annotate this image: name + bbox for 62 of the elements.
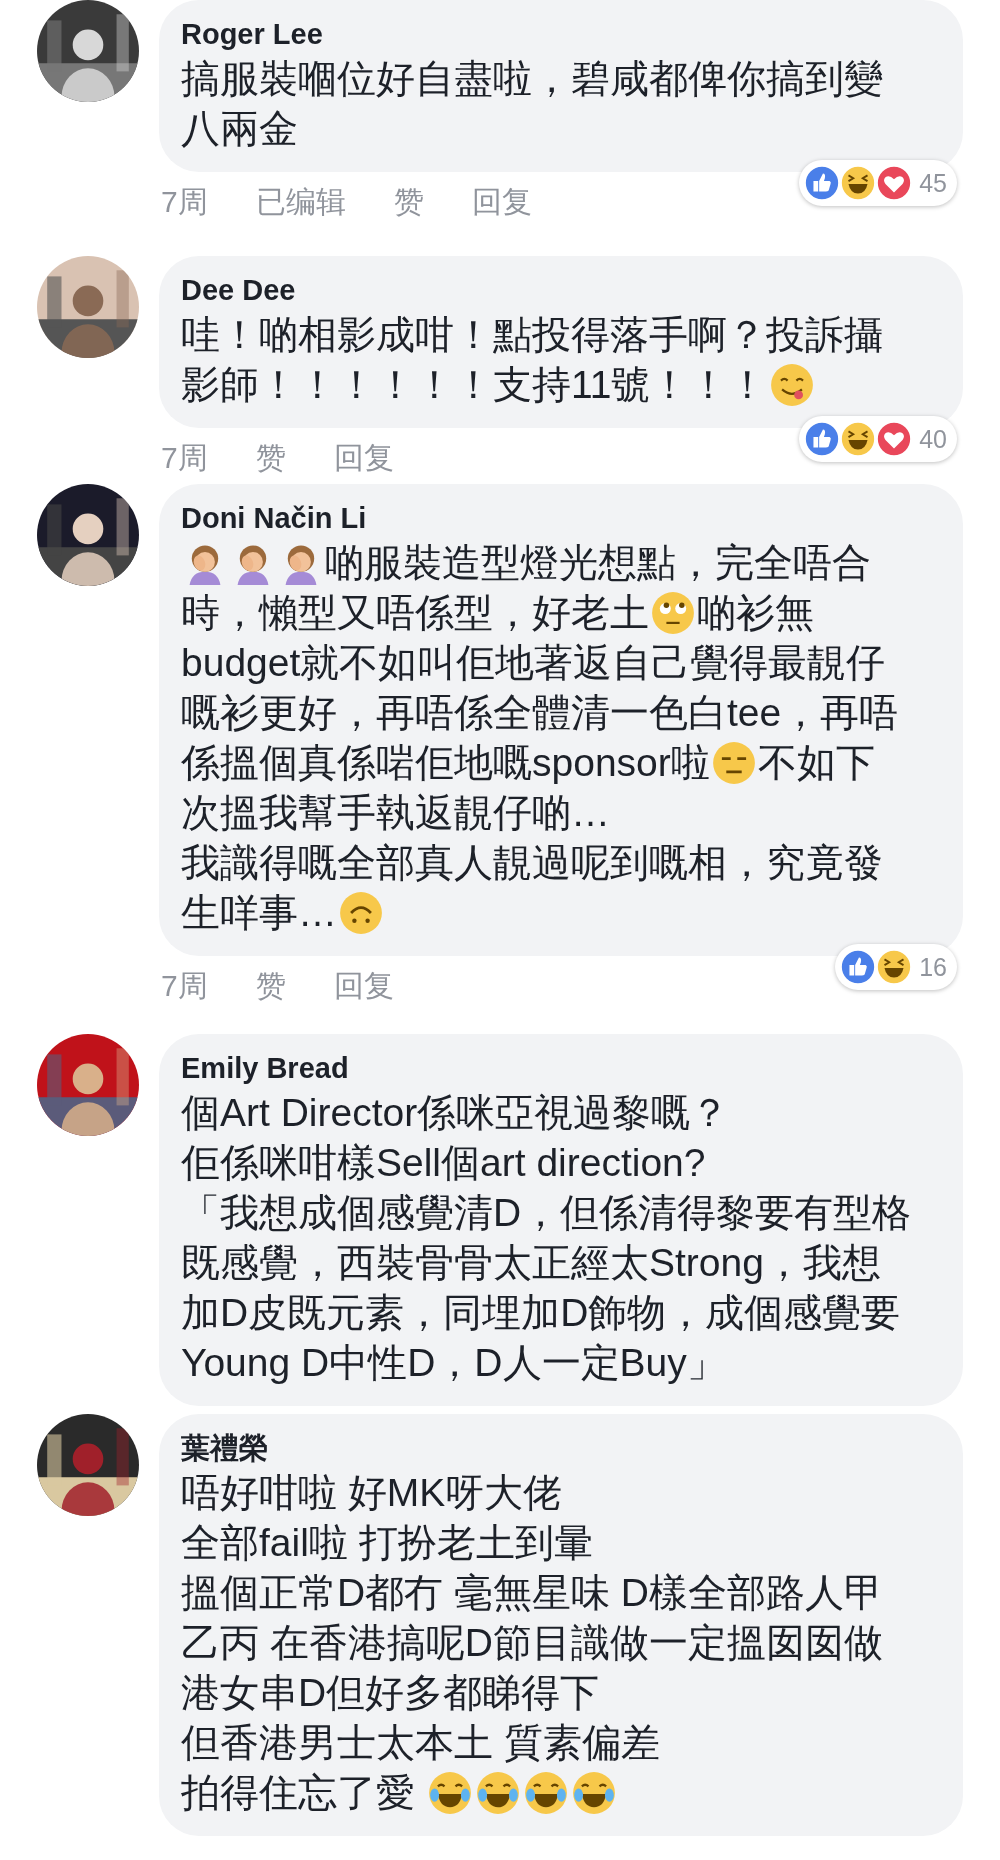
comment-text: 哇！啲相影成咁！點投得落手啊？投訴攝 (181, 312, 883, 358)
comment-text: 搞服裝嗰位好自盡啦，碧咸都俾你搞到變 (181, 56, 883, 102)
laughing-face-icon (875, 948, 914, 986)
reaction-count: 45 (919, 168, 947, 198)
thumbs-up-icon (803, 164, 842, 202)
comment-action[interactable]: 赞 (255, 968, 286, 1012)
comment-text: 全部fail啦 打扮老土到暈 (181, 1520, 593, 1566)
comment-text: 影師！！！！！！支持11號！！！ (181, 362, 768, 408)
commenter-name[interactable]: Doni Način Li (181, 498, 367, 538)
comment-text: 港女串D但好多都睇得下 (181, 1670, 600, 1716)
comment-text: 加D皮既元素，同埋加D飾物，成個感覺要 (181, 1290, 901, 1336)
comment-text: 生咩事… (181, 890, 337, 936)
comment-text: 拍得住忘了愛 (181, 1770, 416, 1816)
comment-text: 「我想成個感覺清D，但係清得黎要有型格 (181, 1190, 912, 1236)
unamused-face-icon (711, 741, 756, 785)
comment-action[interactable]: 回复 (333, 968, 394, 1012)
comment-time: 7周 (161, 184, 208, 220)
comment-text: 嘅衫更好，再唔係全體清一色白tee，再唔 (181, 690, 899, 736)
thumbs-up-icon (839, 948, 878, 986)
comment-text: 啲衫無 (697, 590, 814, 636)
comment-text: 唔好咁啦 好MK呀大佬 (181, 1470, 563, 1516)
commenter-name[interactable]: Emily Bread (181, 1048, 349, 1088)
comment-text: 啲服裝造型燈光想點，完全唔合 (325, 540, 871, 586)
comment-text: 八兩金 (181, 106, 298, 152)
commenter-name[interactable]: 葉禮榮 (181, 1428, 268, 1468)
comment-time: 7周 (161, 440, 208, 476)
tongue-face-icon (769, 363, 814, 407)
eye-roll-face-icon (651, 591, 695, 635)
reaction-count: 40 (919, 424, 947, 454)
comment-text: 不如下 (757, 740, 875, 786)
comment-text: 搵個正常D都冇 毫無星味 D樣全部路人甲 (181, 1570, 883, 1616)
comment-text: 次搵我幫手執返靚仔啲… (181, 790, 610, 836)
upside-down-face-icon (339, 891, 383, 935)
laughing-face-icon (839, 420, 878, 458)
reaction-summary[interactable]: 16 (835, 944, 957, 990)
reaction-summary[interactable]: 45 (799, 160, 957, 206)
tears-of-joy-face-icon (427, 1771, 472, 1815)
comment-action[interactable]: 已编辑 (255, 184, 346, 228)
comment-time: 7周 (161, 968, 208, 1004)
commenter-name[interactable]: Roger Lee (181, 14, 323, 54)
comment-action[interactable]: 赞 (255, 440, 286, 484)
comment-action[interactable]: 回复 (333, 440, 394, 484)
comment-text: budget就不如叫佢地著返自己覺得最靚仔 (181, 640, 886, 686)
comment-text: Young D中性D，D人一定Buy」 (181, 1340, 726, 1386)
comment-text: 乙丙 在香港搞呢D節目識做一定搵囡囡做 (181, 1620, 883, 1666)
comment-text: 個Art Director係咪亞視過黎嘅？ (181, 1090, 730, 1136)
comment-action[interactable]: 回复 (471, 184, 532, 228)
comment-text: 既感覺，西裝骨骨太正經太Strong，我想 (181, 1240, 881, 1286)
comment-text: 我識得嘅全部真人靚過呢到嘅相，究竟發 (181, 840, 883, 886)
tears-of-joy-face-icon (571, 1771, 616, 1815)
commenter-name[interactable]: Dee Dee (181, 270, 296, 310)
reaction-summary[interactable]: 40 (799, 416, 957, 462)
comment-text: 佢係咪咁樣Sell個art direction? (181, 1140, 706, 1186)
comment-text: 係搵個真係啱佢地嘅sponsor啦 (181, 740, 710, 786)
comment-action[interactable]: 赞 (393, 184, 424, 228)
laughing-face-icon (839, 164, 878, 202)
tears-of-joy-face-icon (475, 1771, 520, 1815)
thumbs-up-icon (803, 420, 842, 458)
comment-text: 時，懶型又唔係型，好老土 (181, 590, 649, 636)
comment-text: 但香港男士太本土 質素偏差 (181, 1720, 660, 1766)
reaction-count: 16 (919, 952, 947, 982)
tears-of-joy-face-icon (523, 1771, 568, 1815)
